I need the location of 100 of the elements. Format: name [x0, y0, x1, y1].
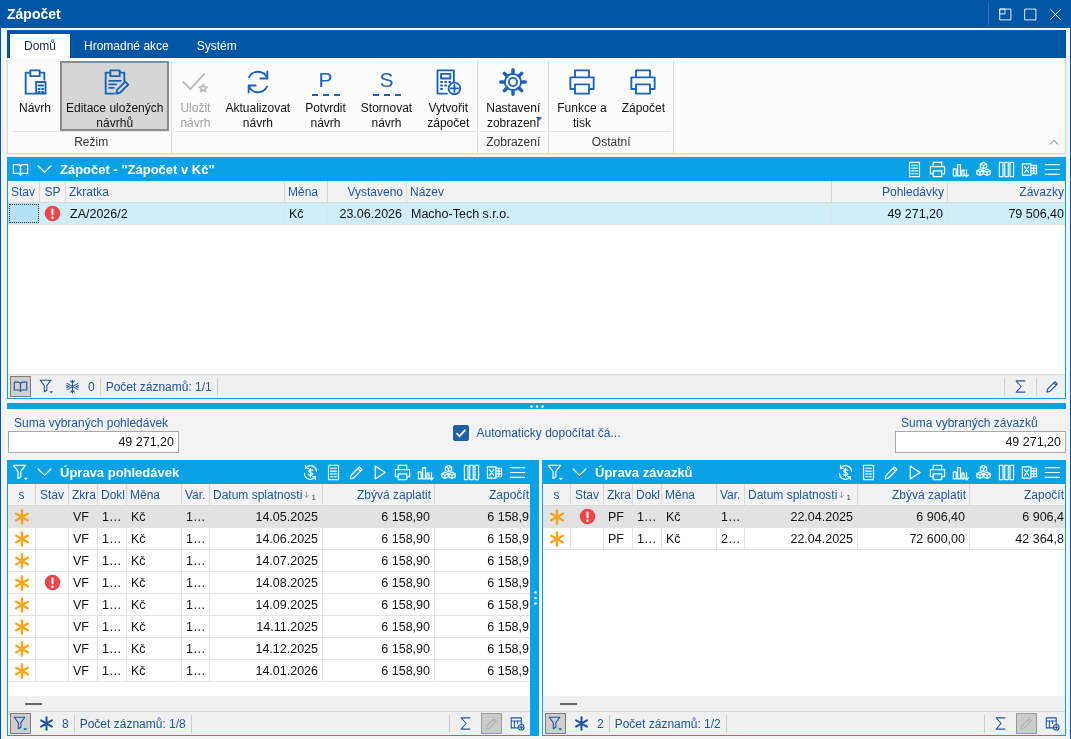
- close-icon[interactable]: [1049, 7, 1062, 21]
- column-header[interactable]: Zkra: [69, 484, 98, 505]
- ribbon-button[interactable]: Aktualizovat návrh: [219, 61, 297, 131]
- table-row[interactable]: VF 1… Kč 1… 14.05.2025 6 158,90 6 158,9: [8, 506, 530, 528]
- bar-chart-icon[interactable]: [952, 464, 969, 481]
- menu-icon[interactable]: [1044, 161, 1061, 178]
- column-header[interactable]: s: [8, 484, 36, 505]
- table-row[interactable]: VF 1… Kč 1… 14.09.2025 6 158,90 6 158,9: [8, 594, 530, 616]
- filter-icon[interactable]: [10, 713, 31, 734]
- table-row[interactable]: VF 1… Kč 1… 14.06.2025 6 158,90 6 158,9: [8, 528, 530, 550]
- scrollbar-thumb[interactable]: [560, 702, 577, 705]
- column-header[interactable]: Vystaveno: [328, 181, 407, 202]
- column-header[interactable]: Stav: [571, 484, 604, 505]
- filter-icon[interactable]: [547, 464, 564, 481]
- column-header[interactable]: Dokl: [633, 484, 662, 505]
- checkbox[interactable]: [453, 425, 470, 441]
- maximize-icon[interactable]: [1024, 7, 1037, 21]
- column-header[interactable]: Zbývá zaplatit: [858, 484, 970, 505]
- checkbox-label[interactable]: Automaticky dopočítat čá...: [476, 426, 621, 440]
- bar-chart-icon[interactable]: [952, 161, 969, 178]
- table-row[interactable]: VF 1… Kč 1… 14.11.2025 6 158,90 6 158,9: [8, 616, 530, 638]
- column-header[interactable]: Pohledávky: [832, 181, 948, 202]
- column-header[interactable]: Měna: [127, 484, 182, 505]
- filter-icon[interactable]: [545, 713, 566, 734]
- ribbon-button[interactable]: S Stornovat návrh: [354, 61, 419, 131]
- column-header[interactable]: Stav: [8, 181, 40, 202]
- book-icon[interactable]: [12, 161, 29, 178]
- table-cell-text: 6 158,9: [486, 596, 530, 614]
- filter-icon[interactable]: [12, 464, 29, 481]
- column-header[interactable]: Zkratka: [66, 181, 285, 202]
- grip-icon[interactable]: [529, 404, 544, 408]
- bar-chart-icon[interactable]: [417, 464, 434, 481]
- sum-field[interactable]: 49 271,20: [8, 431, 179, 453]
- table-cell: Kč: [127, 660, 182, 681]
- column-header[interactable]: Započít: [435, 484, 530, 505]
- restore-icon[interactable]: [999, 7, 1012, 21]
- columns-icon[interactable]: [463, 464, 480, 481]
- cubes-icon[interactable]: [975, 161, 992, 178]
- pencil-icon[interactable]: [348, 464, 365, 481]
- document-icon[interactable]: [325, 464, 342, 481]
- ribbon-button[interactable]: Funkce a tisk: [551, 61, 613, 131]
- ribbon-button[interactable]: Nastavení zobrazení: [480, 61, 547, 131]
- printer-icon[interactable]: [394, 464, 411, 481]
- column-header[interactable]: Var.: [717, 484, 745, 505]
- ribbon-tab[interactable]: Hromadné akce: [70, 34, 183, 58]
- column-header[interactable]: Var.: [182, 484, 210, 505]
- ribbon-button[interactable]: P Potvrdit návrh: [299, 61, 352, 131]
- ribbon-tab[interactable]: Systém: [182, 34, 251, 58]
- ribbon-button[interactable]: Zápočet: [615, 61, 671, 131]
- spreadsheet-icon[interactable]: [1021, 161, 1038, 178]
- table-row[interactable]: VF 1… Kč 1… 14.12.2025 6 158,90 6 158,9: [8, 638, 530, 660]
- sum-field[interactable]: 49 271,20: [895, 431, 1066, 453]
- grip-icon[interactable]: [533, 591, 537, 605]
- ribbon-button[interactable]: Editace uložených návrhů: [60, 61, 170, 131]
- column-header[interactable]: Název: [407, 181, 832, 202]
- cubes-icon[interactable]: [440, 464, 457, 481]
- table-row[interactable]: VF 1… Kč 1… 14.07.2025 6 158,90 6 158,9: [8, 550, 530, 572]
- menu-icon[interactable]: [1044, 464, 1061, 481]
- table-row[interactable]: VF 1… Kč 1… 14.01.2026 6 158,90 6 158,9: [8, 660, 530, 682]
- table-row[interactable]: PF 1… Kč 1… 22.04.2025 6 906,40 6 906,4: [543, 506, 1065, 528]
- column-header[interactable]: Zbývá zaplatit: [323, 484, 435, 505]
- column-header[interactable]: Dokl: [98, 484, 127, 505]
- printer-icon[interactable]: [929, 464, 946, 481]
- column-header[interactable]: Započít: [970, 484, 1065, 505]
- currency-refresh-icon[interactable]: [837, 464, 854, 481]
- ribbon-tab[interactable]: Domů: [10, 34, 70, 58]
- spreadsheet-icon[interactable]: [1021, 464, 1038, 481]
- currency-refresh-icon[interactable]: [302, 464, 319, 481]
- gear-icon: [499, 68, 528, 96]
- columns-icon[interactable]: [998, 464, 1015, 481]
- table-cell: 1…: [98, 638, 127, 659]
- column-header[interactable]: SP: [40, 181, 66, 202]
- column-header[interactable]: Stav: [36, 484, 69, 505]
- spreadsheet-icon[interactable]: [486, 464, 503, 481]
- menu-icon[interactable]: [509, 464, 526, 481]
- ribbon-button[interactable]: Návrh: [13, 61, 57, 131]
- column-header[interactable]: Datum splatnosti 1: [745, 484, 858, 505]
- table-cell: 1…: [182, 594, 210, 615]
- table-row[interactable]: ZA/2026/2 Kč 23.06.2026 Macho-Tech s.r.o. 49 271,20 79 506,40: [8, 203, 1065, 225]
- column-header[interactable]: s: [543, 484, 571, 505]
- table-row[interactable]: PF 1… Kč 2… 22.04.2025 72 600,00 42 364,8: [543, 528, 1065, 550]
- document-icon[interactable]: [860, 464, 877, 481]
- document-icon[interactable]: [906, 161, 923, 178]
- sort-index: 1: [846, 493, 851, 502]
- chevron-up-icon[interactable]: [1049, 137, 1059, 147]
- table-cell: 6 158,90: [323, 660, 435, 681]
- columns-icon[interactable]: [998, 161, 1015, 178]
- cubes-icon[interactable]: [975, 464, 992, 481]
- column-header[interactable]: Závazky: [948, 181, 1065, 202]
- scrollbar-thumb[interactable]: [25, 702, 42, 705]
- column-header[interactable]: Datum splatnosti 1: [210, 484, 323, 505]
- current-cell[interactable]: [8, 203, 40, 224]
- book-icon[interactable]: [10, 376, 31, 397]
- table-row[interactable]: VF 1… Kč 1… 14.08.2025 6 158,90 6 158,9: [8, 572, 530, 594]
- pencil-icon[interactable]: [883, 464, 900, 481]
- column-header[interactable]: Měna: [662, 484, 717, 505]
- column-header[interactable]: Měna: [285, 181, 328, 202]
- ribbon-button[interactable]: Vytvořit zápočet: [421, 61, 476, 131]
- column-header[interactable]: Zkra: [604, 484, 633, 505]
- printer-icon[interactable]: [929, 161, 946, 178]
